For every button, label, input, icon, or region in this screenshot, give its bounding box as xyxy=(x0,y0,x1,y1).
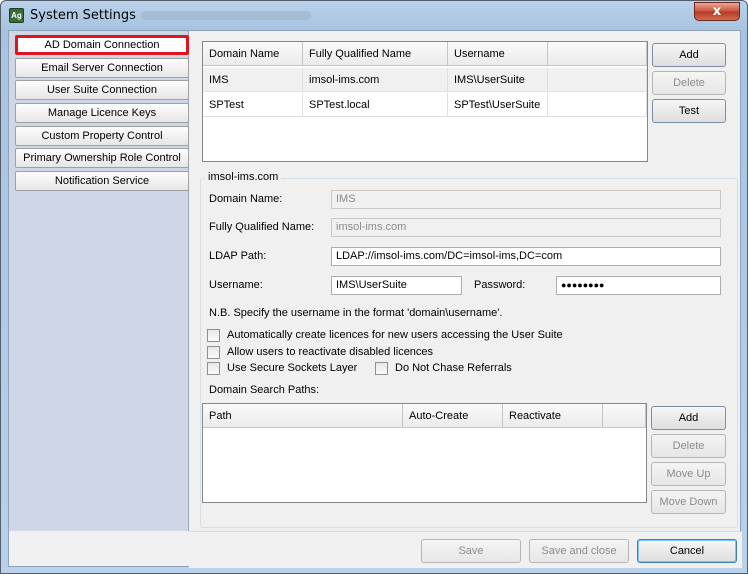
cell-username: IMS\UserSuite xyxy=(448,68,548,92)
sidebar-item-notification-service[interactable]: Notification Service xyxy=(15,171,189,191)
sidebar-item-manage-licence-keys[interactable]: Manage Licence Keys xyxy=(15,103,189,123)
fully-qualified-name-field: imsol-ims.com xyxy=(331,218,721,237)
move-down-button[interactable]: Move Down xyxy=(651,490,726,514)
search-paths-table[interactable]: Path Auto-Create Reactivate xyxy=(202,403,647,503)
cell-username: SPTest\UserSuite xyxy=(448,93,548,117)
allow-reactivate-label: Allow users to reactivate disabled licen… xyxy=(227,346,434,358)
ldap-path-field[interactable]: LDAP://imsol-ims.com/DC=imsol-ims,DC=com xyxy=(331,247,721,266)
save-and-close-button[interactable]: Save and close xyxy=(529,539,629,563)
column-header-fully-qualified-name[interactable]: Fully Qualified Name xyxy=(303,42,448,66)
auto-create-licences-label: Automatically create licences for new us… xyxy=(227,329,563,341)
checkbox-box[interactable] xyxy=(375,361,388,375)
username-format-note: N.B. Specify the username in the format … xyxy=(209,307,503,319)
test-domain-button[interactable]: Test xyxy=(652,99,726,123)
domains-table-header: Domain Name Fully Qualified Name Usernam… xyxy=(203,42,647,66)
cancel-button[interactable]: Cancel xyxy=(637,539,737,563)
domain-search-paths-label: Domain Search Paths: xyxy=(209,384,320,396)
cell-fully-qualified-name: SPTest.local xyxy=(303,93,448,117)
table-row[interactable]: IMS imsol-ims.com IMS\UserSuite xyxy=(203,68,647,92)
column-header-reactivate[interactable]: Reactivate xyxy=(503,404,603,428)
use-ssl-checkbox[interactable]: Use Secure Sockets Layer xyxy=(207,361,357,375)
column-header-empty xyxy=(603,404,646,428)
allow-reactivate-checkbox[interactable]: Allow users to reactivate disabled licen… xyxy=(207,345,433,359)
table-row[interactable]: SPTest SPTest.local SPTest\UserSuite xyxy=(203,93,647,117)
column-header-domain-name[interactable]: Domain Name xyxy=(203,42,303,66)
column-header-empty xyxy=(548,42,647,66)
column-header-auto-create[interactable]: Auto-Create xyxy=(403,404,503,428)
checkbox-box[interactable] xyxy=(207,345,220,359)
password-label: Password: xyxy=(474,279,526,291)
auto-create-licences-checkbox[interactable]: Automatically create licences for new us… xyxy=(207,328,563,342)
client-area: AD Domain Connection Email Server Connec… xyxy=(8,30,742,568)
column-header-username[interactable]: Username xyxy=(448,42,548,66)
cell-domain-name: SPTest xyxy=(203,93,303,117)
sidebar-item-ad-domain-connection[interactable]: AD Domain Connection xyxy=(15,35,189,55)
app-icon: Ag xyxy=(9,8,24,23)
search-paths-table-header: Path Auto-Create Reactivate xyxy=(203,404,646,428)
delete-search-path-button[interactable]: Delete xyxy=(651,434,726,458)
do-not-chase-referrals-checkbox[interactable]: Do Not Chase Referrals xyxy=(375,361,512,375)
domain-name-field: IMS xyxy=(331,190,721,209)
sidebar-item-custom-property-control[interactable]: Custom Property Control xyxy=(15,126,189,146)
title-obscured-text xyxy=(141,11,311,20)
add-domain-button[interactable]: Add xyxy=(652,43,726,67)
save-button[interactable]: Save xyxy=(421,539,521,563)
fully-qualified-name-label: Fully Qualified Name: xyxy=(209,221,315,233)
sidebar-item-primary-ownership-role-control[interactable]: Primary Ownership Role Control xyxy=(15,148,189,168)
cell-empty xyxy=(548,68,647,92)
close-icon[interactable]: x xyxy=(694,2,740,21)
add-search-path-button[interactable]: Add xyxy=(651,406,726,430)
delete-domain-button[interactable]: Delete xyxy=(652,71,726,95)
sidebar-item-user-suite-connection[interactable]: User Suite Connection xyxy=(15,80,189,100)
system-settings-window: Ag System Settings x AD Domain Connectio… xyxy=(0,0,748,574)
checkbox-box[interactable] xyxy=(207,328,220,342)
ldap-path-label: LDAP Path: xyxy=(209,250,267,262)
sidebar: AD Domain Connection Email Server Connec… xyxy=(9,31,189,531)
move-up-button[interactable]: Move Up xyxy=(651,462,726,486)
do-not-chase-referrals-label: Do Not Chase Referrals xyxy=(395,362,512,374)
title-bar[interactable]: Ag System Settings x xyxy=(1,1,747,30)
sidebar-item-email-server-connection[interactable]: Email Server Connection xyxy=(15,58,189,78)
cell-domain-name: IMS xyxy=(203,68,303,92)
column-header-path[interactable]: Path xyxy=(203,404,403,428)
checkbox-box[interactable] xyxy=(207,361,220,375)
password-field[interactable]: ●●●●●●●● xyxy=(556,276,721,295)
username-field[interactable]: IMS\UserSuite xyxy=(331,276,462,295)
cell-empty xyxy=(548,93,647,117)
window-title: System Settings xyxy=(30,8,136,23)
domain-details-group-title: imsol-ims.com xyxy=(205,171,282,183)
use-ssl-label: Use Secure Sockets Layer xyxy=(227,362,358,374)
username-label: Username: xyxy=(209,279,263,291)
cell-fully-qualified-name: imsol-ims.com xyxy=(303,68,448,92)
domain-name-label: Domain Name: xyxy=(209,193,283,205)
domains-table[interactable]: Domain Name Fully Qualified Name Usernam… xyxy=(202,41,648,162)
